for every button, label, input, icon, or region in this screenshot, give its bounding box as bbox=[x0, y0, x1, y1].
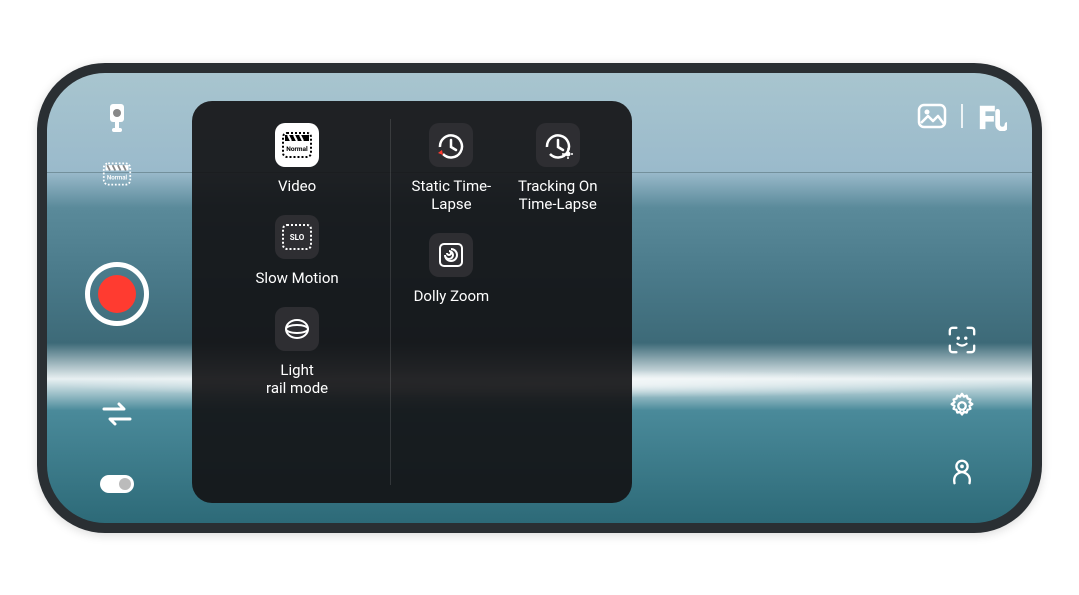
mode-label: Tracking On Time-Lapse bbox=[518, 177, 597, 213]
gallery-button[interactable] bbox=[917, 101, 947, 131]
divider bbox=[961, 104, 963, 128]
gallery-icon bbox=[917, 103, 947, 129]
dolly-zoom-icon bbox=[429, 233, 473, 277]
mode-label: Static Time- Lapse bbox=[412, 177, 492, 213]
mode-item-tracking-timelapse[interactable]: Tracking On Time-Lapse bbox=[506, 119, 610, 213]
mode-label: Video bbox=[278, 177, 316, 195]
brand-logo bbox=[977, 101, 1007, 131]
slo-icon: SLO bbox=[275, 215, 319, 259]
left-toolbar: Normal bbox=[87, 103, 147, 493]
mode-label: Light rail mode bbox=[266, 361, 328, 397]
tracking-timelapse-icon bbox=[536, 123, 580, 167]
right-toolbar bbox=[932, 101, 992, 487]
mode-item-light-rail[interactable]: Light rail mode bbox=[214, 303, 380, 397]
swap-arrows-icon bbox=[102, 402, 132, 426]
mode-item-video[interactable]: Normal Video bbox=[214, 119, 380, 195]
clapper-normal-icon: Normal bbox=[275, 123, 319, 167]
face-tracking-icon bbox=[947, 325, 977, 355]
mode-item-slow-motion[interactable]: SLO Slow Motion bbox=[214, 211, 380, 287]
svg-text:Normal: Normal bbox=[286, 145, 308, 153]
gesture-icon bbox=[947, 456, 977, 488]
mode-item-static-timelapse[interactable]: Static Time- Lapse bbox=[399, 119, 503, 213]
mode-item-dolly-zoom[interactable]: Dolly Zoom bbox=[399, 229, 503, 305]
effects-toggle[interactable] bbox=[100, 475, 134, 493]
phone-frame: Normal bbox=[37, 63, 1042, 533]
face-tracking-button[interactable] bbox=[947, 325, 977, 355]
mode-selector-button[interactable]: Normal bbox=[102, 159, 132, 189]
mode-label: Slow Motion bbox=[256, 269, 339, 287]
light-rail-icon bbox=[275, 307, 319, 351]
svg-text:Normal: Normal bbox=[107, 173, 128, 181]
svg-text:SLO: SLO bbox=[290, 233, 305, 242]
feiyu-logo-icon bbox=[977, 101, 1007, 131]
gesture-control-button[interactable] bbox=[947, 457, 977, 487]
mode-menu-panel: Normal Video SLO Slow Motion bbox=[192, 101, 632, 503]
record-button[interactable] bbox=[85, 262, 149, 326]
camera-viewfinder: Normal bbox=[47, 73, 1032, 523]
static-timelapse-icon bbox=[429, 123, 473, 167]
settings-button[interactable] bbox=[947, 391, 977, 421]
mode-label: Dolly Zoom bbox=[414, 287, 490, 305]
gear-icon bbox=[947, 390, 977, 422]
gimbal-feed-button[interactable] bbox=[102, 103, 132, 133]
swap-camera-button[interactable] bbox=[102, 399, 132, 429]
gimbal-icon bbox=[104, 103, 130, 133]
clapper-normal-icon: Normal bbox=[102, 160, 132, 188]
record-dot-icon bbox=[98, 275, 136, 313]
